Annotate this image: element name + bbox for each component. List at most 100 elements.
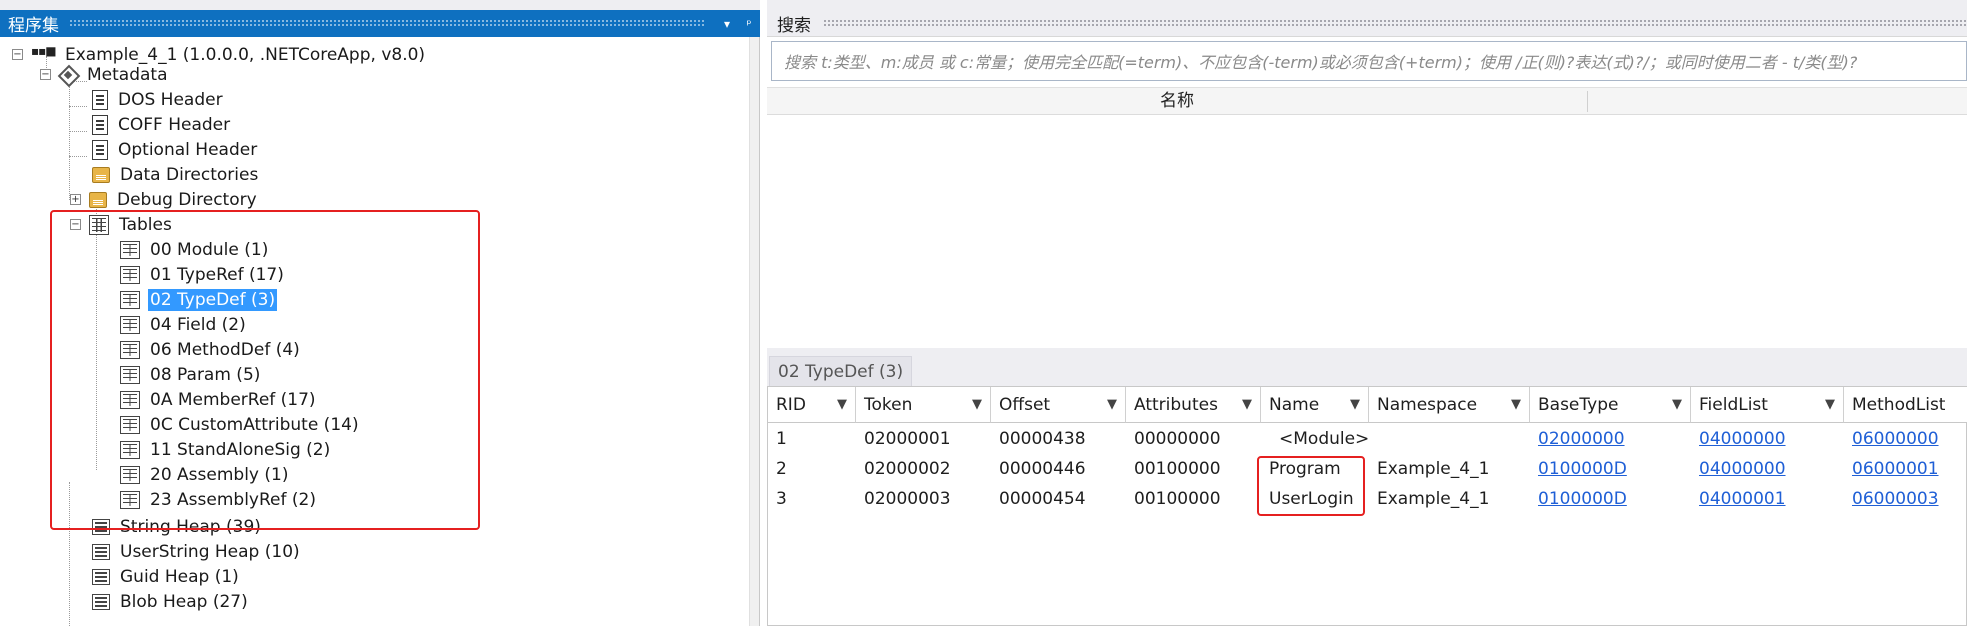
column-header-rid[interactable]: RID ▼ xyxy=(768,387,856,423)
collapse-icon[interactable]: − xyxy=(12,49,23,60)
filter-icon[interactable]: ▼ xyxy=(1825,387,1835,423)
tree-guide-line xyxy=(69,72,70,200)
cell-methodlist-link[interactable]: 06000001 xyxy=(1844,454,1939,484)
column-header-basetype[interactable]: BaseType ▼ xyxy=(1530,387,1691,423)
column-header-methodlist[interactable]: MethodList xyxy=(1844,387,1967,423)
table-node-assembly[interactable]: 20 Assembly (1) xyxy=(120,462,290,487)
tree-node-optional-header[interactable]: Optional Header xyxy=(92,137,259,162)
table-icon xyxy=(120,240,140,259)
cell-attributes: 00100000 xyxy=(1134,489,1221,509)
tree-node-userstring-heap[interactable]: UserString Heap (10) xyxy=(92,539,302,564)
filter-icon[interactable]: ▼ xyxy=(1107,387,1117,423)
tree-node-label: Optional Header xyxy=(118,139,258,160)
column-header-token[interactable]: Token ▼ xyxy=(856,387,991,423)
column-header-fieldlist[interactable]: FieldList ▼ xyxy=(1691,387,1844,423)
search-results-list[interactable]: 名称 xyxy=(767,87,1967,345)
column-divider xyxy=(1587,91,1588,112)
cell-namespace xyxy=(1369,424,1377,454)
heap-icon xyxy=(92,518,110,535)
column-header-label: BaseType xyxy=(1538,395,1619,415)
cell-fieldlist-link[interactable]: 04000000 xyxy=(1691,424,1786,454)
results-column-name[interactable]: 名称 xyxy=(1160,88,1194,115)
filter-icon[interactable]: ▼ xyxy=(837,387,847,423)
filter-icon[interactable]: ▼ xyxy=(1242,387,1252,423)
tree-node-label: Metadata xyxy=(87,64,168,85)
tree-node-string-heap[interactable]: String Heap (39) xyxy=(92,514,263,539)
cell-methodlist-link[interactable]: 06000000 xyxy=(1844,424,1939,454)
tree-scrollbar[interactable] xyxy=(749,37,759,626)
table-node-standalonesig[interactable]: 11 StandAloneSig (2) xyxy=(120,437,332,462)
cell-basetype-link[interactable]: 0100000D xyxy=(1530,484,1627,514)
table-node-field[interactable]: 04 Field (2) xyxy=(120,312,248,337)
tree-node-blob-heap[interactable]: Blob Heap (27) xyxy=(92,589,250,614)
cell-basetype-link[interactable]: 0100000D xyxy=(1530,454,1627,484)
tree-node-data-directories[interactable]: Data Directories xyxy=(92,162,260,187)
filter-icon[interactable]: ▼ xyxy=(1672,387,1682,423)
expand-icon[interactable]: + xyxy=(70,194,81,205)
metadata-icon xyxy=(59,66,77,84)
filter-icon[interactable]: ▼ xyxy=(1511,387,1521,423)
tree-node-label: COFF Header xyxy=(118,114,231,135)
table-node-assemblyref[interactable]: 23 AssemblyRef (2) xyxy=(120,487,318,512)
column-header-namespace[interactable]: Namespace ▼ xyxy=(1369,387,1530,423)
heap-icon xyxy=(92,568,110,585)
cell-namespace: Example_4_1 xyxy=(1377,459,1490,479)
pin-icon[interactable]: ᵖ xyxy=(738,17,760,31)
search-panel-title: 搜索 xyxy=(777,15,811,36)
cell-methodlist-link[interactable]: 06000003 xyxy=(1844,484,1939,514)
cell-name: Program xyxy=(1269,459,1341,479)
table-node-typedef[interactable]: 02 TypeDef (3) xyxy=(120,287,278,312)
panel-grip[interactable] xyxy=(823,18,1967,28)
cell-basetype-link[interactable]: 02000000 xyxy=(1530,424,1625,454)
tree-node-debug-directory[interactable]: + Debug Directory xyxy=(70,187,259,212)
panel-grip[interactable] xyxy=(69,19,704,28)
document-icon xyxy=(92,139,108,160)
column-header-attributes[interactable]: Attributes ▼ xyxy=(1126,387,1261,423)
table-node-memberref[interactable]: 0A MemberRef (17) xyxy=(120,387,318,412)
table-icon xyxy=(120,365,140,384)
document-tab-strip: 02 TypeDef (3) xyxy=(767,348,1967,386)
table-icon xyxy=(120,290,140,309)
table-node-customattribute[interactable]: 0C CustomAttribute (14) xyxy=(120,412,361,437)
tree-node-label: Tables xyxy=(119,214,172,235)
folder-table-icon xyxy=(92,166,110,183)
table-node-label-selected: 02 TypeDef (3) xyxy=(148,288,278,311)
cell-fieldlist-link[interactable]: 04000001 xyxy=(1691,484,1786,514)
filter-icon[interactable]: ▼ xyxy=(1350,387,1360,423)
filter-icon[interactable]: ▼ xyxy=(972,387,982,423)
tree-guide-line xyxy=(69,482,70,626)
tree-guide-line xyxy=(69,131,87,132)
cell-offset: 00000446 xyxy=(999,459,1086,479)
search-input[interactable]: 搜索 t:类型、m:成员 或 c:常量；使用完全匹配(=term)、不应包含(-… xyxy=(771,41,1967,81)
tree-node-dos-header[interactable]: DOS Header xyxy=(92,87,225,112)
cell-name: <Module> xyxy=(1279,429,1370,449)
tree-node-metadata[interactable]: − Metadata xyxy=(40,62,170,87)
cell-name: UserLogin xyxy=(1269,489,1354,509)
folder-table-icon xyxy=(89,191,107,208)
table-node-label: 11 StandAloneSig (2) xyxy=(150,439,331,460)
panel-menu-dropdown-icon[interactable]: ▾ xyxy=(716,17,738,31)
tree-node-coff-header[interactable]: COFF Header xyxy=(92,112,232,137)
table-icon xyxy=(120,490,140,509)
cell-token: 02000001 xyxy=(864,429,951,449)
table-icon xyxy=(120,465,140,484)
column-header-name[interactable]: Name ▼ xyxy=(1261,387,1369,423)
table-icon xyxy=(120,415,140,434)
column-header-label: Namespace xyxy=(1377,395,1478,415)
tab-typedef[interactable]: 02 TypeDef (3) xyxy=(769,356,913,386)
tree-node-guid-heap[interactable]: Guid Heap (1) xyxy=(92,564,241,589)
tree-node-tables[interactable]: − Tables xyxy=(70,212,174,237)
search-panel-header: 搜索 xyxy=(767,10,1967,37)
collapse-icon[interactable]: − xyxy=(70,219,81,230)
collapse-icon[interactable]: − xyxy=(40,69,51,80)
table-node-param[interactable]: 08 Param (5) xyxy=(120,362,262,387)
table-node-label: 0A MemberRef (17) xyxy=(150,389,316,410)
table-node-methoddef[interactable]: 06 MethodDef (4) xyxy=(120,337,302,362)
table-node-module[interactable]: 00 Module (1) xyxy=(120,237,270,262)
cell-fieldlist-link[interactable]: 04000000 xyxy=(1691,454,1786,484)
cell-namespace: Example_4_1 xyxy=(1377,489,1490,509)
tree-guide-line xyxy=(96,199,97,470)
tree-node-label: String Heap (39) xyxy=(120,516,261,537)
column-header-offset[interactable]: Offset ▼ xyxy=(991,387,1126,423)
table-node-typeref[interactable]: 01 TypeRef (17) xyxy=(120,262,286,287)
